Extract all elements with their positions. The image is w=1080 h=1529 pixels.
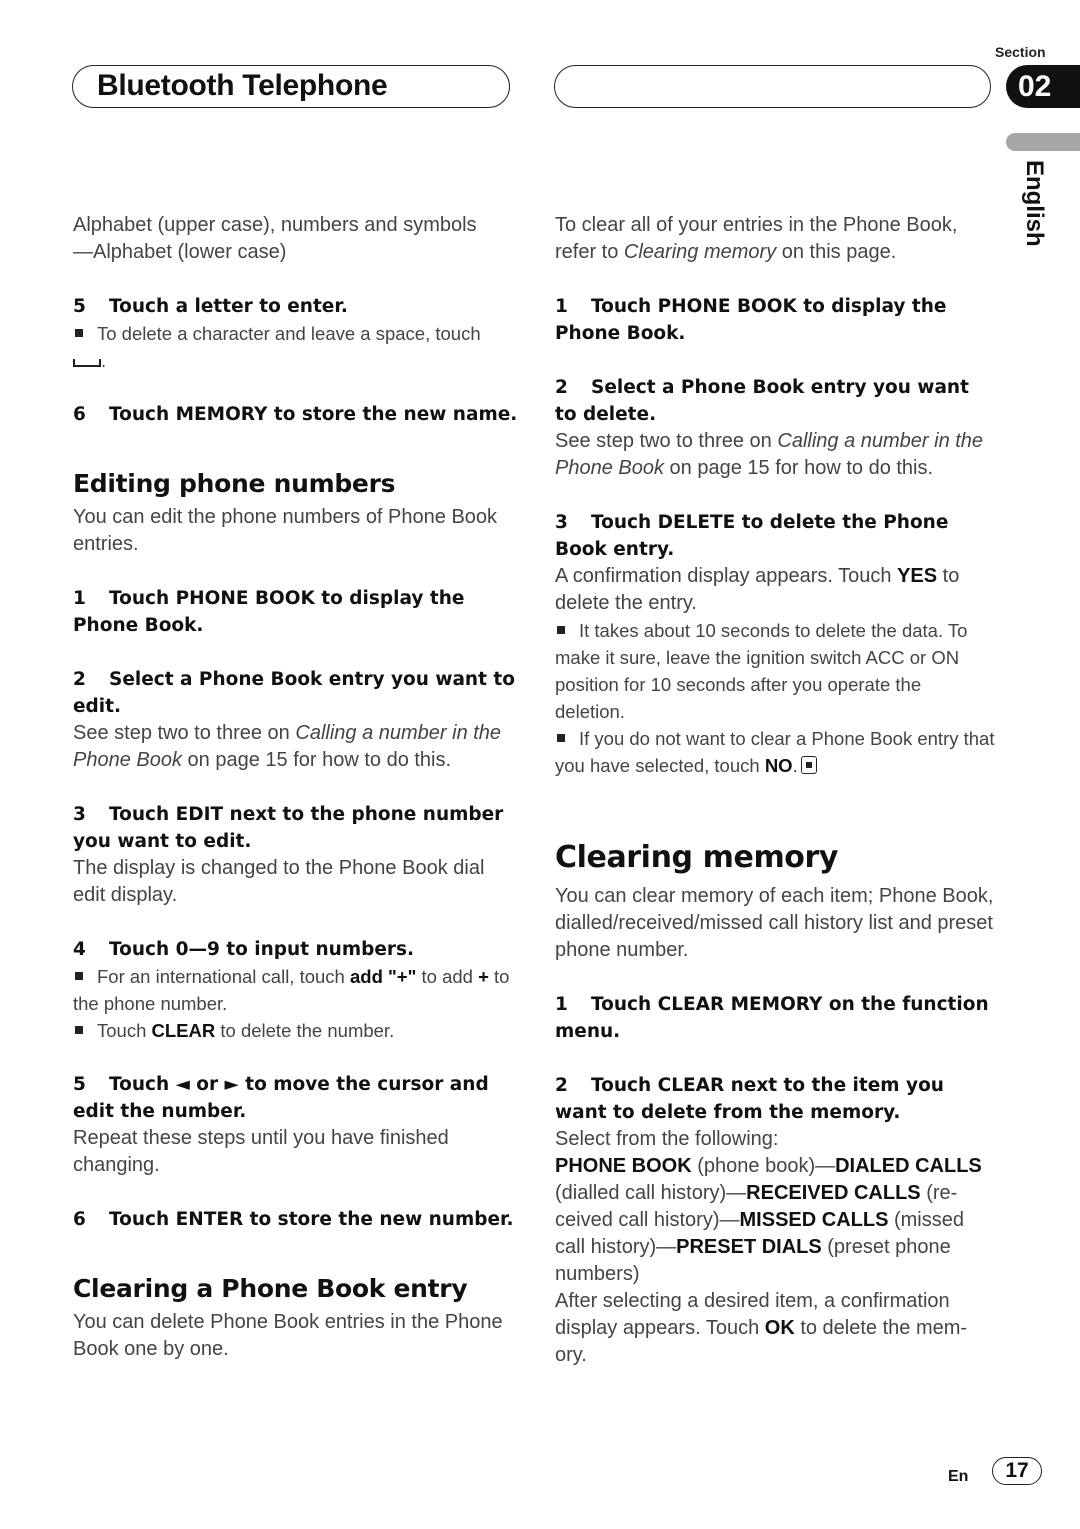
section-number-tab: 02 [1006,65,1080,108]
step-heading: 1 Touch PHONE BOOK to display the Phone B… [73,588,465,636]
section-heading-clearing-memory: Clearing memory [555,840,839,875]
text-run: . [792,755,798,776]
text-run: Alphabet (upper case), numbers and symbo… [73,214,477,236]
end-mark-icon [800,756,817,774]
step-heading: 2 Select a Phone Book entry you want to d… [555,377,969,425]
text-run: Touch [97,1020,152,1041]
step-heading: 1 Touch CLEAR MEMORY on the function menu… [555,994,989,1042]
section-description: You can delete Phone Book entries in the… [73,1311,503,1360]
emphasis-term: NO [764,755,793,776]
emphasis-term: RECEIVED CALLS [746,1182,921,1204]
chapter-title: Bluetooth Telephone [97,69,388,102]
space-key-icon [73,359,101,367]
step-heading: 5 Touch a letter to enter. [73,296,348,317]
section-heading-editing: Editing phone numbers [73,469,396,498]
emphasis-term: + [478,966,489,987]
step-heading: 4 Touch 0—9 to input numbers. [73,939,415,960]
step-body: The display is changed to the Phone Book… [73,857,485,906]
step-heading: 6 Touch ENTER to store the new number. [73,1209,514,1230]
emphasis-term: YES [897,565,938,587]
text-run: (dialled call history)— [555,1182,747,1204]
section-label: Section [995,44,1046,60]
step-heading: 2 Select a Phone Book entry you want to e… [73,669,515,717]
text-run: A confirmation display appears. Touch [555,565,898,587]
section-heading-clearing-entry: Clearing a Phone Book entry [73,1274,468,1303]
text-run: See step two to three on [555,430,778,452]
cross-reference: Clearing memory [623,241,777,263]
text-run: It takes about 10 seconds to delete the … [555,620,968,722]
step-body: A confirmation display appears. Touch YE… [555,563,995,617]
text-run: To delete a character and leave a space,… [97,323,481,344]
emphasis-term: DIALED CALLS [835,1155,982,1177]
intro-line: —Alphabet (lower case) [73,239,518,266]
right-column: To clear all of your entries in the Phon… [555,212,995,1369]
text-run: (phone book)— [691,1155,836,1177]
square-bullet [75,1026,83,1035]
square-bullet [75,972,83,981]
chapter-title-box: Bluetooth Telephone [72,65,510,108]
emphasis-term: OK [764,1317,795,1339]
step-heading: 3 Touch DELETE to delete the Phone Book e… [555,512,949,560]
page-number: 17 [992,1457,1042,1485]
step-note: If you do not want to clear a Phone Book… [555,725,995,779]
text-run: on page 15 for how to do this. [663,457,934,479]
emphasis-term: PRESET DIALS [676,1236,822,1258]
step-note: It takes about 10 seconds to delete the … [555,617,995,725]
text-run: on page 15 for how to do this. [181,749,452,771]
emphasis-term: add "+" [349,966,417,987]
square-bullet [557,734,565,743]
step-heading: 5 Touch ◄ or ► to move the cursor and edi… [73,1074,489,1122]
step-body: Repeat these steps until you have finish… [73,1127,449,1176]
language-tab-marker [1006,133,1080,151]
step-heading: 6 Touch MEMORY to store the new name. [73,404,518,425]
step-note: To delete a character and leave a space,… [73,320,518,374]
memory-item-list: PHONE BOOK (phone book)—DIALED CALLS (di… [555,1153,995,1288]
step-body: After selecting a desired item, a confir… [555,1288,995,1369]
step-body: See step two to three on Calling a numbe… [555,428,995,482]
text-run: on this page. [776,241,897,263]
section-description: You can edit the phone numbers of Phone … [73,506,498,555]
section-description: You can clear memory of each item; Phone… [555,885,994,961]
step-note: Touch CLEAR to delete the number. [73,1017,518,1044]
footer-language-code: En [948,1468,969,1485]
step-heading: 3 Touch EDIT next to the phone number you… [73,804,504,852]
step-heading: 2 Touch CLEAR next to the item you want t… [555,1075,944,1123]
step-body: Select from the following: [555,1128,779,1150]
step-body: See step two to three on Calling a numbe… [73,720,518,774]
emphasis-term: MISSED CALLS [739,1209,889,1231]
subtitle-box [554,65,991,108]
intro-paragraph: To clear all of your entries in the Phon… [555,212,995,266]
intro-line: Alphabet (upper case), numbers and symbo… [73,212,518,239]
step-heading: 1 Touch PHONE BOOK to display the Phone B… [555,296,947,344]
text-run: to delete the number. [215,1020,395,1041]
emphasis-term: PHONE BOOK [555,1155,692,1177]
text-run: For an international call, touch [97,966,350,987]
step-note: For an international call, touch add "+"… [73,963,518,1017]
emphasis-term: CLEAR [151,1020,216,1041]
left-column: Alphabet (upper case), numbers and symbo… [73,212,518,1363]
text-run: See step two to three on [73,722,296,744]
language-label: English [1021,160,1048,247]
square-bullet [557,626,565,635]
text-run: to add [416,966,479,987]
square-bullet [75,329,83,338]
text-run: —Alphabet (lower case) [73,241,287,263]
